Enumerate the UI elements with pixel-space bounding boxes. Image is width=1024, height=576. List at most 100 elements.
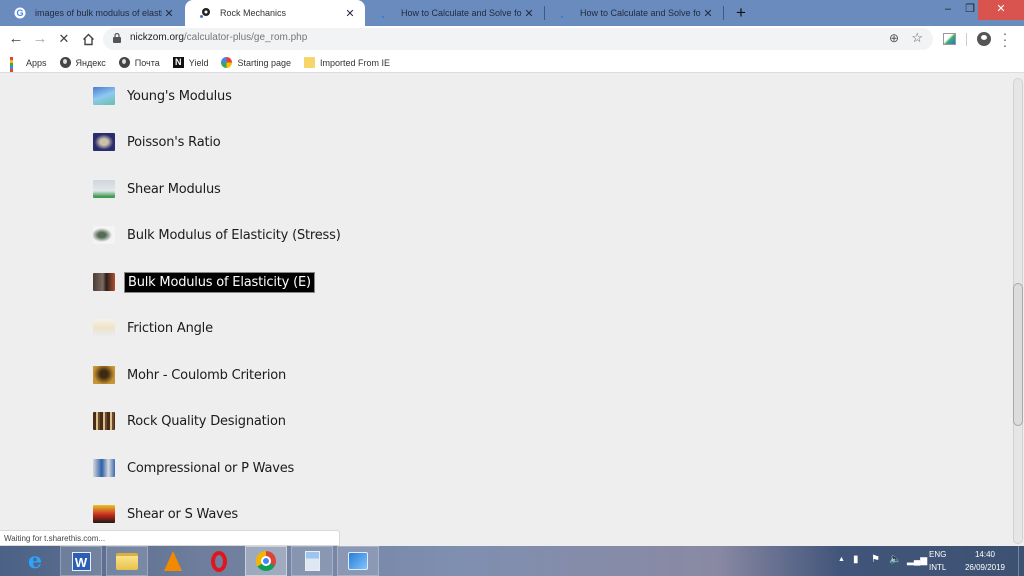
poissons-ratio-thumbnail-icon bbox=[93, 133, 115, 151]
close-tab-icon[interactable]: ✕ bbox=[522, 7, 536, 20]
bookmark-label: Imported From IE bbox=[320, 57, 391, 68]
window-close-button[interactable]: ✕ bbox=[978, 0, 1024, 20]
toolbar-separator bbox=[966, 33, 967, 46]
calculator-link-p-waves[interactable]: Compressional or P Waves bbox=[93, 457, 297, 479]
close-tab-icon[interactable]: ✕ bbox=[162, 7, 176, 20]
calculator-link-mohr-coulomb[interactable]: Mohr - Coulomb Criterion bbox=[93, 364, 289, 386]
url-text[interactable]: nickzom.org/calculator-plus/ge_rom.php bbox=[130, 32, 307, 43]
tab-google-images[interactable]: G images of bulk modulus of elastic ✕ bbox=[0, 0, 184, 26]
item-label[interactable]: Young's Modulus bbox=[124, 87, 235, 106]
battery-icon[interactable]: ▮ bbox=[853, 554, 859, 566]
close-tab-icon[interactable]: ✕ bbox=[343, 7, 357, 20]
calculator-link-rock-quality-designation[interactable]: Rock Quality Designation bbox=[93, 410, 289, 432]
input-language-indicator[interactable]: ENG INTL bbox=[929, 548, 946, 574]
taskbar-vlc[interactable] bbox=[152, 546, 194, 576]
mohr-coulomb-thumbnail-icon bbox=[93, 366, 115, 384]
p-waves-thumbnail-icon bbox=[93, 459, 115, 477]
tab-title: How to Calculate and Solve for B bbox=[580, 8, 701, 18]
show-hidden-icons-button[interactable]: ▲ bbox=[838, 554, 845, 566]
item-label[interactable]: Bulk Modulus of Elasticity (Stress) bbox=[124, 226, 344, 245]
bookmark-label: Яндекс bbox=[75, 57, 106, 68]
item-label[interactable]: Friction Angle bbox=[124, 319, 216, 338]
volume-icon[interactable]: 🔈 bbox=[889, 554, 901, 566]
address-bar[interactable]: nickzom.org/calculator-plus/ge_rom.php ⊕… bbox=[103, 28, 933, 50]
home-button[interactable] bbox=[78, 29, 98, 49]
calculator-link-friction-angle[interactable]: Friction Angle bbox=[93, 317, 216, 339]
loading-status-bubble: Waiting for t.sharethis.com... bbox=[0, 530, 340, 546]
word-icon: W bbox=[71, 551, 91, 571]
taskbar-calculator[interactable] bbox=[291, 546, 333, 576]
loading-icon bbox=[380, 7, 392, 19]
calculator-link-bulk-modulus-stress[interactable]: Bulk Modulus of Elasticity (Stress) bbox=[93, 224, 344, 246]
browser-toolbar: ← → ✕ nickzom.org/calculator-plus/ge_rom… bbox=[0, 26, 1024, 53]
bookmark-label: Starting page bbox=[237, 57, 292, 68]
system-clock[interactable]: 14:40 26/09/2019 bbox=[960, 548, 1010, 574]
bookmark-label: Почта bbox=[134, 57, 160, 68]
browser-menu-icon[interactable]: · · · bbox=[1000, 26, 1010, 52]
extension-icon[interactable] bbox=[943, 33, 956, 45]
tab-how-to-calculate-b[interactable]: How to Calculate and Solve for B ✕ bbox=[545, 0, 723, 26]
calculator-link-shear-modulus[interactable]: Shear Modulus bbox=[93, 178, 224, 200]
item-label[interactable]: Bulk Modulus of Elasticity (E) bbox=[124, 271, 315, 293]
network-signal-icon[interactable]: ▂▄▆ bbox=[907, 554, 927, 566]
taskbar-chrome[interactable] bbox=[245, 546, 287, 576]
clock-time: 14:40 bbox=[974, 550, 996, 559]
action-center-flag-icon[interactable]: ⚑ bbox=[871, 554, 880, 566]
apps-grid-icon bbox=[10, 57, 21, 84]
bulk-modulus-e-thumbnail-icon bbox=[93, 273, 115, 291]
scrollbar-thumb[interactable] bbox=[1013, 283, 1023, 426]
bookmark-pochta[interactable]: Почта bbox=[118, 57, 160, 68]
page-content: Young's Modulus Poisson's Ratio Shear Mo… bbox=[0, 73, 1012, 545]
taskbar-internet-explorer[interactable]: e bbox=[14, 546, 56, 576]
bookmarks-bar: Apps Яндекс Почта N Yield Starting page … bbox=[0, 53, 1024, 84]
tab-strip: G images of bulk modulus of elastic ✕ Ro… bbox=[0, 0, 1024, 26]
calculator-link-youngs-modulus[interactable]: Young's Modulus bbox=[93, 85, 235, 107]
youngs-modulus-thumbnail-icon bbox=[93, 87, 115, 105]
starting-page-icon bbox=[221, 57, 233, 68]
item-label[interactable]: Mohr - Coulomb Criterion bbox=[124, 366, 289, 385]
bookmark-starting-page[interactable]: Starting page bbox=[221, 57, 291, 68]
tab-how-to-calculate-s[interactable]: How to Calculate and Solve for S ✕ bbox=[366, 0, 544, 26]
tab-rock-mechanics[interactable]: Rock Mechanics ✕ bbox=[185, 0, 365, 26]
bookmark-yandex[interactable]: Яндекс bbox=[59, 57, 106, 68]
rock-quality-thumbnail-icon bbox=[93, 412, 115, 430]
profile-avatar-icon[interactable] bbox=[977, 32, 991, 46]
bookmark-imported-from-ie[interactable]: Imported From IE bbox=[304, 57, 390, 68]
bookmark-yield[interactable]: N Yield bbox=[172, 57, 208, 68]
bookmark-apps[interactable]: Apps bbox=[10, 57, 47, 84]
item-label[interactable]: Shear Modulus bbox=[124, 180, 224, 199]
page-scrollbar[interactable] bbox=[1012, 78, 1024, 544]
globe-icon bbox=[59, 57, 71, 68]
zoom-icon[interactable]: ⊕ bbox=[889, 31, 899, 45]
taskbar-opera[interactable] bbox=[198, 546, 240, 576]
url-path: /calculator-plus/ge_rom.php bbox=[183, 32, 308, 43]
item-label[interactable]: Shear or S Waves bbox=[124, 505, 241, 524]
back-button[interactable]: ← bbox=[6, 29, 26, 49]
svg-text:G: G bbox=[16, 8, 23, 18]
forward-button[interactable]: → bbox=[30, 29, 50, 49]
restore-button[interactable]: ❐ bbox=[962, 0, 978, 20]
stop-loading-button[interactable]: ✕ bbox=[54, 29, 74, 49]
taskbar-file-explorer[interactable] bbox=[106, 546, 148, 576]
close-tab-icon[interactable]: ✕ bbox=[701, 7, 715, 20]
minimize-button[interactable]: – bbox=[934, 0, 962, 20]
calculator-link-s-waves[interactable]: Shear or S Waves bbox=[93, 503, 241, 525]
show-desktop-button[interactable] bbox=[1018, 546, 1024, 576]
new-tab-button[interactable]: + bbox=[733, 3, 749, 23]
shear-modulus-thumbnail-icon bbox=[93, 180, 115, 198]
bookmark-star-icon[interactable]: ☆ bbox=[911, 30, 923, 46]
vlc-icon bbox=[164, 551, 182, 571]
keyboard-layout: INTL bbox=[929, 563, 947, 572]
loading-icon bbox=[559, 7, 571, 19]
tab-title: How to Calculate and Solve for S bbox=[401, 8, 522, 18]
yield-icon: N bbox=[172, 57, 184, 68]
calculator-link-poissons-ratio[interactable]: Poisson's Ratio bbox=[93, 131, 224, 153]
item-label[interactable]: Poisson's Ratio bbox=[124, 133, 224, 152]
clock-date: 26/09/2019 bbox=[964, 563, 1006, 572]
taskbar-word[interactable]: W bbox=[60, 546, 102, 576]
item-label[interactable]: Rock Quality Designation bbox=[124, 412, 289, 431]
taskbar-control-panel[interactable] bbox=[337, 546, 379, 576]
google-icon: G bbox=[14, 7, 26, 19]
calculator-link-bulk-modulus-e[interactable]: Bulk Modulus of Elasticity (E) bbox=[93, 271, 315, 293]
item-label[interactable]: Compressional or P Waves bbox=[124, 459, 297, 478]
